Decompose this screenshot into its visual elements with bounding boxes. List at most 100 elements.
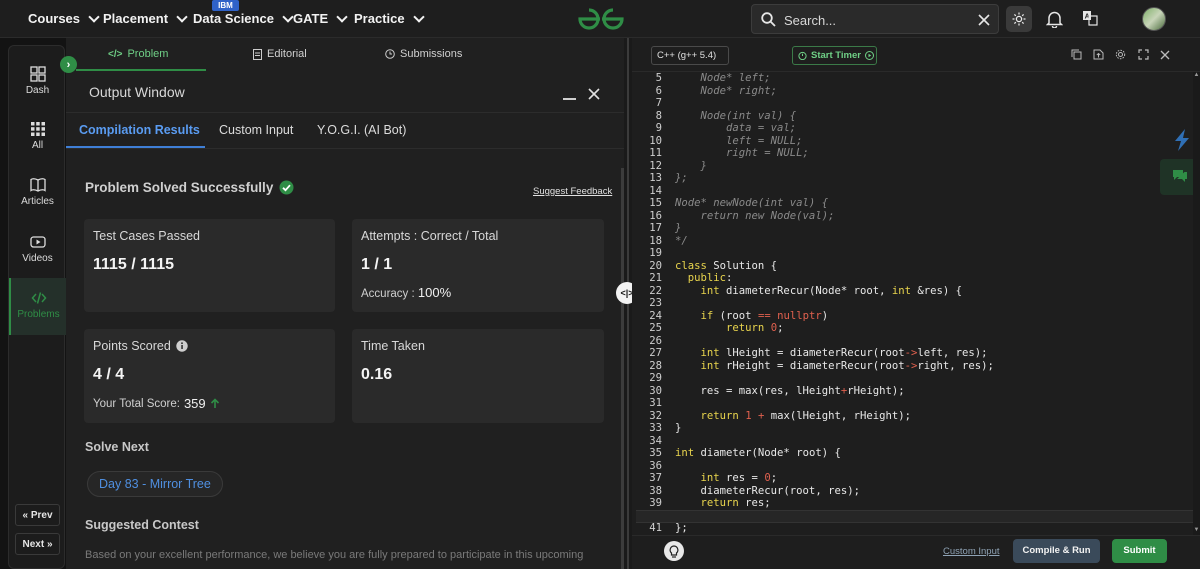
code-line: 15 Node* newNode(int val) { <box>632 197 1192 210</box>
line-number: 36 <box>649 459 662 472</box>
sidebar-item-dash[interactable]: Dash <box>9 66 66 96</box>
code-area[interactable]: 5 Node* left; 6 Node* right; 7 8 Node(int v… <box>632 72 1200 535</box>
tab-editorial[interactable]: Editorial <box>253 48 307 60</box>
code-line: 26 <box>632 335 1192 348</box>
tab-yogi-ai-bot[interactable]: Y.O.G.I. (AI Bot) <box>317 123 406 137</box>
active-tab-indicator <box>76 69 206 71</box>
card-value: 0.16 <box>361 366 393 383</box>
video-icon <box>29 236 46 248</box>
code-text: Node(int val) { <box>675 109 797 122</box>
code-text: int diameter(Node* root) { <box>675 447 841 459</box>
sidebar-item-problems[interactable]: Problems <box>9 278 66 335</box>
prev-button[interactable]: « Prev <box>15 504 60 526</box>
theme-toggle-button[interactable] <box>1006 6 1032 32</box>
search-bar[interactable]: Search... <box>751 4 999 34</box>
sidebar-item-label: Articles <box>21 196 54 207</box>
code-line: 32 return 1 + max(lHeight, rHeight); <box>632 410 1192 423</box>
close-icon[interactable] <box>978 14 990 26</box>
card-label: Attempts : Correct / Total <box>361 229 499 243</box>
left-sidebar: Dash All Articles Videos Problems « Prev… <box>8 45 66 569</box>
code-text: int res = 0; <box>700 472 778 484</box>
line-number: 32 <box>649 409 662 422</box>
code-text: Node* newNode(int val) { <box>675 197 829 209</box>
line-number: 38 <box>649 484 662 497</box>
accuracy-value: 100% <box>417 285 452 300</box>
translate-icon[interactable]: A <box>1082 10 1098 26</box>
line-number: 39 <box>649 497 662 509</box>
tab-problem[interactable]: </> Problem <box>108 48 168 60</box>
document-icon <box>253 48 262 60</box>
sidebar-item-videos[interactable]: Videos <box>9 234 66 264</box>
submit-button[interactable]: Submit <box>1112 539 1167 563</box>
pane-splitter[interactable]: <|> <box>616 38 638 569</box>
custom-input-link[interactable]: Custom Input <box>943 546 1000 557</box>
info-icon[interactable] <box>176 340 188 352</box>
chevron-down-icon <box>176 10 188 23</box>
hint-bulb-button[interactable] <box>664 541 684 561</box>
code-line: 28 int rHeight = diameterRecur(root->rig… <box>632 360 1192 373</box>
double-chevron-right-icon: » <box>46 539 53 550</box>
line-number: 29 <box>649 372 662 384</box>
code-line: 7 <box>632 97 1192 110</box>
scroll-up-icon[interactable]: ▲ <box>1193 72 1200 80</box>
code-line: 41}; <box>632 522 1192 535</box>
code-text: Node* right; <box>675 84 778 97</box>
suggest-feedback-link[interactable]: Suggest Feedback <box>533 186 612 197</box>
language-value: C++ (g++ 5.4) <box>657 50 717 61</box>
tab-label: Submissions <box>400 48 463 60</box>
expand-sidebar-button[interactable]: › <box>60 56 77 73</box>
code-text: int lHeight = diameterRecur(root->left, … <box>700 347 988 359</box>
bell-icon[interactable] <box>1046 10 1063 28</box>
line-number: 30 <box>649 384 662 397</box>
card-label: Points Scored <box>93 339 171 353</box>
code-line: 6 Node* right; <box>632 85 1192 98</box>
nav-data-science[interactable]: Data Science <box>193 10 294 26</box>
nav-placement[interactable]: Placement <box>103 10 188 26</box>
sidebar-item-all[interactable]: All <box>9 121 66 151</box>
total-score-label: Your Total Score: <box>93 397 180 410</box>
line-number: 15 <box>649 197 662 209</box>
tab-custom-input[interactable]: Custom Input <box>219 123 293 137</box>
code-text: } <box>675 222 682 234</box>
current-line-highlight <box>636 510 1200 523</box>
tab-compilation-results[interactable]: Compilation Results <box>79 123 200 137</box>
editor-scrollbar[interactable]: ▲ ▼ <box>1193 72 1200 535</box>
line-number: 14 <box>649 184 662 197</box>
settings-icon[interactable] <box>1115 49 1126 60</box>
close-icon[interactable] <box>1160 50 1170 60</box>
test-cases-card: Test Cases Passed 1115 / 1115 <box>84 219 335 312</box>
copy-icon[interactable] <box>1071 49 1082 60</box>
minimize-icon[interactable] <box>563 98 576 100</box>
code-line: 20 class Solution { <box>632 260 1192 273</box>
fullscreen-icon[interactable] <box>1138 49 1149 60</box>
compile-run-button[interactable]: Compile & Run <box>1013 539 1100 563</box>
grid-icon <box>30 122 45 136</box>
timer-label: Start Timer <box>811 50 861 61</box>
code-icon <box>31 292 46 304</box>
chevron-down-icon <box>282 10 294 23</box>
search-icon <box>761 12 776 27</box>
code-line: 27 int lHeight = diameterRecur(root->lef… <box>632 347 1192 360</box>
card-value: 1115 / 1115 <box>93 256 174 273</box>
next-button[interactable]: Next » <box>15 533 60 555</box>
tab-submissions[interactable]: Submissions <box>385 48 462 60</box>
gfg-logo[interactable] <box>576 6 626 32</box>
sidebar-item-articles[interactable]: Articles <box>9 177 66 207</box>
nav-courses[interactable]: Courses <box>28 10 100 26</box>
nav-gate[interactable]: GATE <box>293 10 348 26</box>
scroll-down-icon[interactable]: ▼ <box>1193 527 1200 535</box>
line-number: 26 <box>649 334 662 347</box>
nav-practice[interactable]: Practice <box>354 10 425 26</box>
avatar[interactable] <box>1142 7 1166 31</box>
language-select[interactable]: C++ (g++ 5.4) <box>651 46 729 65</box>
start-timer-button[interactable]: Start Timer <box>792 46 877 65</box>
solve-next-chip[interactable]: Day 83 - Mirror Tree <box>87 471 223 497</box>
search-input[interactable]: Search... <box>784 13 836 28</box>
code-text: class Solution { <box>675 259 778 272</box>
upload-file-icon[interactable] <box>1093 49 1104 60</box>
total-score-row: Your Total Score: 359 <box>93 396 220 411</box>
line-number: 12 <box>649 159 662 172</box>
output-window: Output Window Compilation Results Custom… <box>66 74 624 569</box>
close-icon[interactable] <box>588 88 600 100</box>
line-number: 37 <box>649 472 662 484</box>
